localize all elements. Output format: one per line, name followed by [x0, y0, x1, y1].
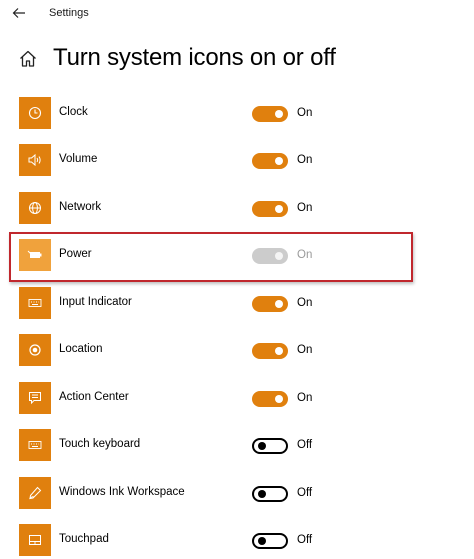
toggle-knob [275, 395, 283, 403]
toggle-state: On [297, 297, 313, 309]
title-bar: Settings [0, 0, 474, 28]
toggle-state: Off [297, 487, 313, 499]
location-tile [19, 334, 51, 366]
windows-ink-toggle[interactable] [252, 486, 288, 502]
item-label: Clock [59, 106, 88, 118]
list-item-input-indicator: Input Indicator On [0, 285, 474, 325]
toggle-knob [275, 157, 283, 165]
list-item-volume: Volume On [0, 142, 474, 182]
page-header: Turn system icons on or off [0, 40, 474, 76]
toggle-knob [275, 347, 283, 355]
toggle-knob [275, 110, 283, 118]
touch-keyboard-tile [19, 429, 51, 461]
item-label: Network [59, 201, 102, 213]
toggle-knob [275, 300, 283, 308]
touchpad-tile [19, 524, 51, 556]
toggle-state: On [297, 202, 313, 214]
list-item-touchpad: Touchpad Off [0, 522, 474, 559]
action-center-icon [29, 392, 41, 405]
action-center-tile [19, 382, 51, 414]
list-item-network: Network On [0, 190, 474, 230]
list-item-location: Location On [0, 332, 474, 372]
page-title: Turn system icons on or off [53, 44, 336, 71]
list-item-clock: Clock On [0, 95, 474, 135]
list-item-touch-keyboard: Touch keyboard Off [0, 427, 474, 467]
volume-tile [19, 144, 51, 176]
item-label: Touchpad [59, 533, 109, 545]
toggle-state: On [297, 107, 313, 119]
toggle-state: On [297, 154, 313, 166]
touchpad-toggle[interactable] [252, 533, 288, 549]
app-title: Settings [49, 7, 89, 19]
volume-toggle[interactable] [252, 153, 288, 169]
keyboard-icon [28, 441, 42, 449]
volume-icon [28, 153, 41, 167]
toggle-knob [275, 205, 283, 213]
toggle-state: On [297, 392, 313, 404]
keyboard-icon [28, 299, 42, 307]
location-icon [29, 344, 41, 356]
network-globe-icon [29, 202, 41, 214]
action-center-toggle[interactable] [252, 391, 288, 407]
network-tile [19, 192, 51, 224]
toggle-state: On [297, 344, 313, 356]
item-label: Action Center [59, 391, 129, 403]
power-highlight-box [9, 232, 413, 282]
toggle-knob [258, 537, 266, 545]
clock-tile [19, 97, 51, 129]
home-icon[interactable] [18, 49, 38, 69]
back-button[interactable] [8, 4, 30, 22]
pen-icon [29, 486, 42, 500]
windows-ink-tile [19, 477, 51, 509]
list-item-action-center: Action Center On [0, 380, 474, 420]
input-indicator-tile [19, 287, 51, 319]
item-label: Touch keyboard [59, 438, 141, 450]
toggle-knob [258, 442, 266, 450]
touchpad-icon [29, 535, 41, 545]
item-label: Input Indicator [59, 296, 132, 308]
clock-toggle[interactable] [252, 106, 288, 122]
location-toggle[interactable] [252, 343, 288, 359]
toggle-state: Off [297, 439, 313, 451]
toggle-state: Off [297, 534, 313, 546]
touch-keyboard-toggle[interactable] [252, 438, 288, 454]
list-item-windows-ink-workspace: Windows Ink Workspace Off [0, 475, 474, 515]
clock-icon [28, 106, 42, 120]
input-indicator-toggle[interactable] [252, 296, 288, 312]
item-label: Volume [59, 153, 98, 165]
item-label: Location [59, 343, 103, 355]
network-toggle[interactable] [252, 201, 288, 217]
item-label: Windows Ink Workspace [59, 486, 185, 498]
toggle-knob [258, 490, 266, 498]
back-arrow-icon [12, 8, 25, 18]
